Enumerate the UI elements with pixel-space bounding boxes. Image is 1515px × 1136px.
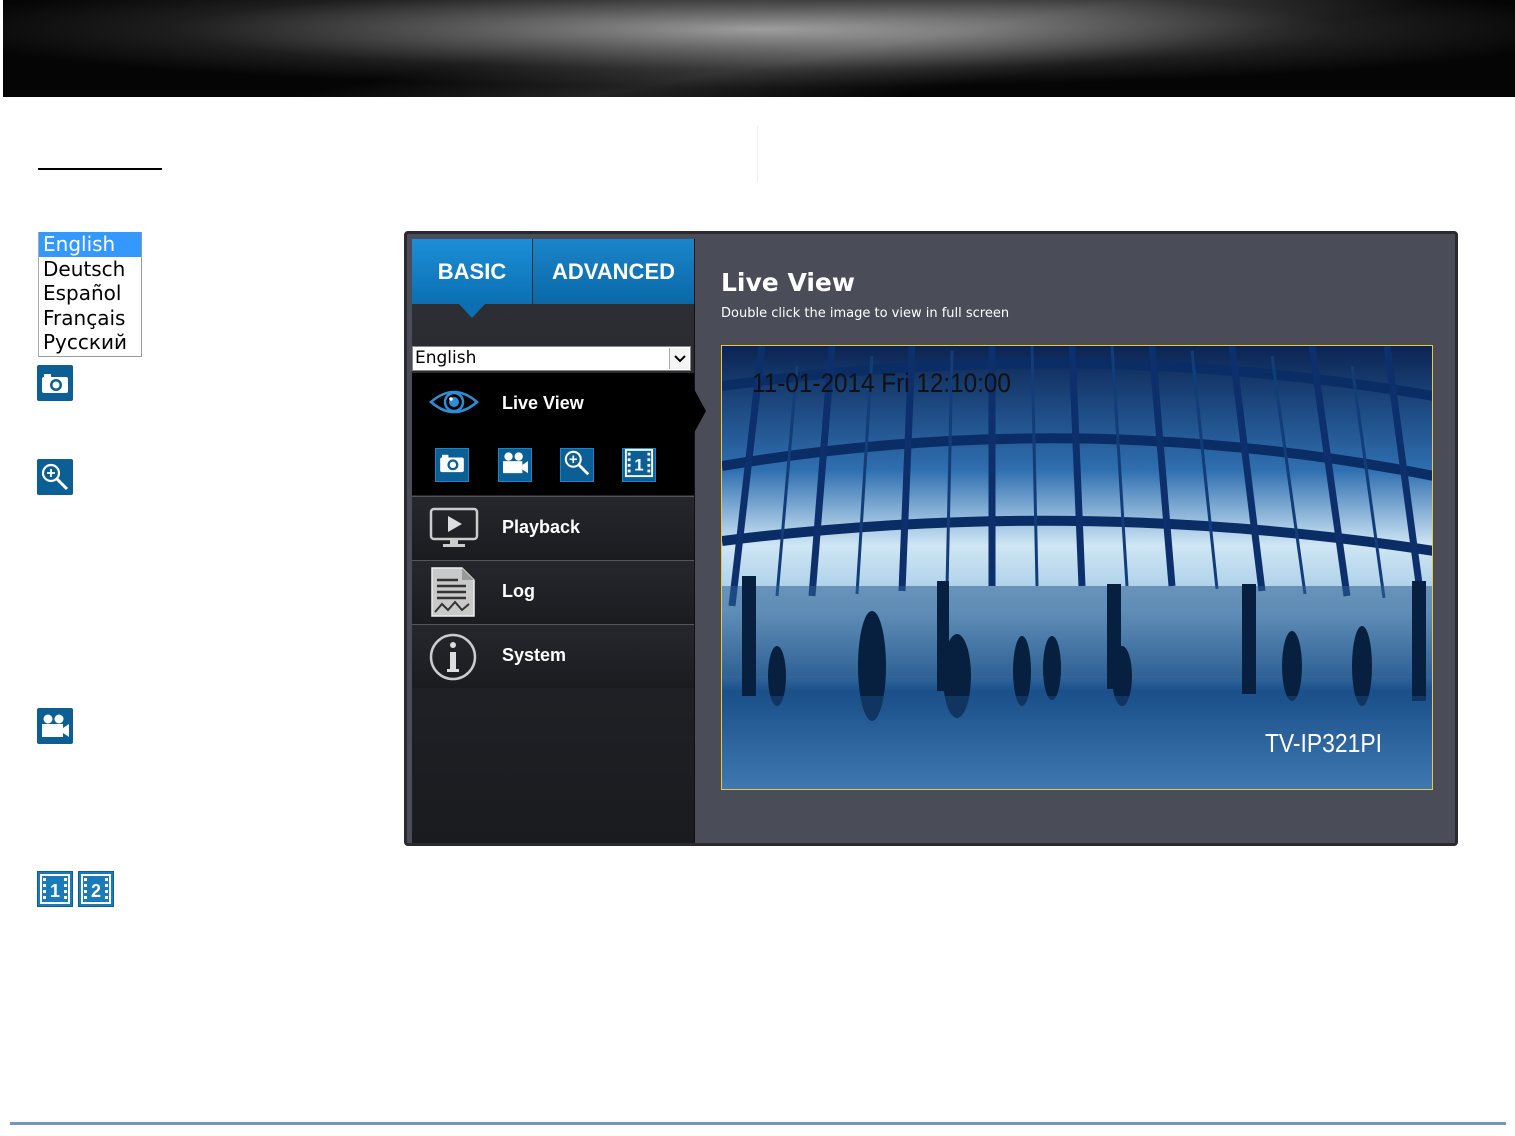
zoom-button[interactable] [560, 448, 594, 482]
zoom-icon [563, 449, 591, 481]
sidebar-item-label: Live View [502, 393, 584, 413]
chevron-down-icon[interactable] [669, 348, 689, 369]
language-option-deutsch[interactable]: Deutsch [39, 257, 141, 282]
header-banner [3, 0, 1515, 97]
sidebar-item-label: Log [502, 581, 535, 601]
info-icon [429, 633, 477, 685]
sidebar-item-live-view[interactable]: Live View 1 [412, 373, 706, 495]
svg-text:2: 2 [91, 881, 101, 901]
camera-snapshot-icon [37, 365, 73, 401]
sidebar-item-log[interactable]: Log [412, 560, 694, 624]
svg-text:1: 1 [50, 881, 60, 901]
camera-web-ui: BASIC ADVANCED English Live View 1 Playb… [404, 231, 1458, 846]
video-record-icon [501, 451, 529, 479]
record-button[interactable] [498, 448, 532, 482]
heading-underline [38, 168, 162, 170]
osd-timestamp: 11-01-2014 Fri 12:10:00 [752, 368, 1011, 398]
language-option-espanol[interactable]: Español [39, 281, 141, 306]
language-option-english[interactable]: English [39, 232, 141, 257]
stream-switch-button[interactable]: 1 [622, 448, 656, 482]
tab-basic[interactable]: BASIC [412, 239, 532, 318]
stream-2-icon: 2 [78, 871, 114, 907]
sidebar-item-playback[interactable]: Playback [412, 496, 694, 560]
sidebar-item-label: System [502, 645, 567, 665]
language-list[interactable]: English Deutsch Español Français Русский [38, 232, 142, 357]
snapshot-button[interactable] [435, 448, 469, 482]
svg-text:1: 1 [634, 456, 643, 475]
footer-rule [10, 1122, 1506, 1125]
language-option-russian[interactable]: Русский [39, 330, 141, 355]
page-title: Live View [721, 268, 855, 297]
monitor-play-icon [429, 507, 479, 553]
osd-model-name: TV-IP321PI [1264, 728, 1382, 758]
sidebar-item-system[interactable]: System [412, 624, 694, 688]
eye-icon [429, 386, 479, 422]
zoom-icon [37, 459, 73, 495]
document-log-icon [430, 566, 476, 622]
video-record-icon [37, 708, 73, 744]
video-scene [722, 346, 1432, 789]
sidebar: BASIC ADVANCED English Live View 1 Playb… [412, 239, 706, 843]
stream-1-icon: 1 [624, 448, 654, 482]
divider [757, 126, 758, 182]
stream-1-icon: 1 [37, 871, 73, 907]
language-select-value: English [415, 348, 477, 368]
language-select[interactable]: English [412, 346, 691, 371]
live-video-feed[interactable]: 11-01-2014 Fri 12:10:00 TV-IP321PI [721, 345, 1433, 790]
language-option-francais[interactable]: Français [39, 306, 141, 331]
sidebar-item-label: Playback [502, 517, 581, 537]
camera-snapshot-icon [439, 453, 465, 477]
page-subtitle: Double click the image to view in full s… [721, 306, 1010, 321]
tab-advanced[interactable]: ADVANCED [533, 239, 694, 304]
